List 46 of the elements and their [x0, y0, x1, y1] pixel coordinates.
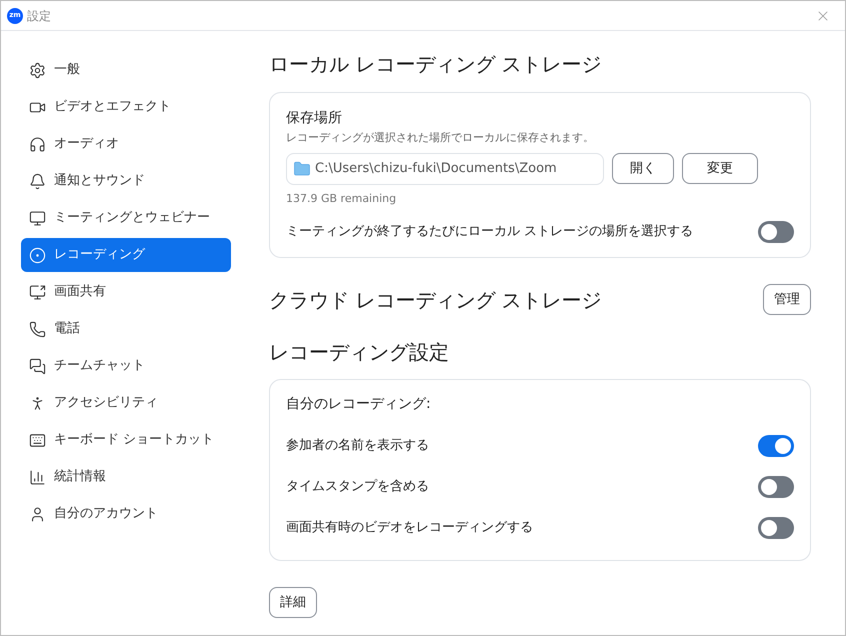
user-icon [29, 506, 46, 522]
manage-button[interactable]: 管理 [763, 284, 811, 315]
sidebar-item[interactable]: ミーティングとウェビナー [21, 201, 231, 235]
toggle-switch[interactable] [758, 476, 794, 498]
sidebar-item[interactable]: 通知とサウンド [21, 164, 231, 198]
sidebar-item[interactable]: キーボード ショートカット [21, 423, 231, 457]
details-button[interactable]: 詳細 [269, 587, 317, 618]
sidebar-item[interactable]: アクセシビリティ [21, 386, 231, 420]
sidebar-item[interactable]: ビデオとエフェクト [21, 90, 231, 124]
sidebar-item[interactable]: レコーディング [21, 238, 231, 272]
open-button[interactable]: 開く [612, 153, 674, 184]
toggle-label: 参加者の名前を表示する [286, 436, 429, 455]
toggle-switch[interactable] [758, 434, 794, 456]
window-title: 設定 [27, 8, 51, 24]
chat-bubbles-icon [29, 358, 46, 374]
sidebar-item[interactable]: 統計情報 [21, 460, 231, 494]
folder-icon [293, 160, 311, 178]
sidebar-item[interactable]: 画面共有 [21, 275, 231, 309]
headphones-icon [29, 136, 46, 152]
toggle-label: タイムスタンプを含める [286, 478, 429, 496]
toggle-switch[interactable] [758, 221, 794, 243]
record-icon [29, 246, 46, 264]
card-title: 保存場所 [286, 109, 343, 128]
section-heading: クラウド レコーディング ストレージ [269, 286, 602, 314]
monitor-icon [29, 210, 46, 226]
path-field[interactable]: C:\Users\chizu-fuki\Documents\Zoom [286, 152, 604, 184]
gear-icon [29, 62, 46, 78]
bar-chart-icon [29, 468, 46, 486]
keyboard-icon [29, 432, 46, 448]
sidebar-item[interactable]: チームチャット [21, 349, 231, 383]
card-title: 自分のレコーディング: [286, 395, 432, 414]
bell-icon [29, 172, 46, 190]
sidebar-item[interactable]: 一般 [21, 53, 231, 87]
share-screen-icon [29, 284, 46, 300]
phone-icon [29, 320, 46, 338]
sidebar-item[interactable]: オーディオ [21, 127, 231, 161]
sidebar-item[interactable]: 電話 [21, 312, 231, 346]
card-description: レコーディングが選択された場所でローカルに保存されます。 [286, 130, 595, 146]
toggle-label: ミーティングが終了するたびにローカル ストレージの場所を選択する [286, 223, 694, 242]
change-button[interactable]: 変更 [682, 153, 758, 184]
section-heading: ローカル レコーディング ストレージ [269, 51, 603, 78]
section-heading: レコーディング設定 [269, 339, 450, 366]
toggle-switch[interactable] [758, 516, 794, 538]
remaining-space: 137.9 GB remaining [286, 190, 398, 206]
toggle-label: 画面共有時のビデオをレコーディングする [286, 518, 533, 537]
sidebar-item[interactable]: 自分のアカウント [21, 497, 231, 531]
